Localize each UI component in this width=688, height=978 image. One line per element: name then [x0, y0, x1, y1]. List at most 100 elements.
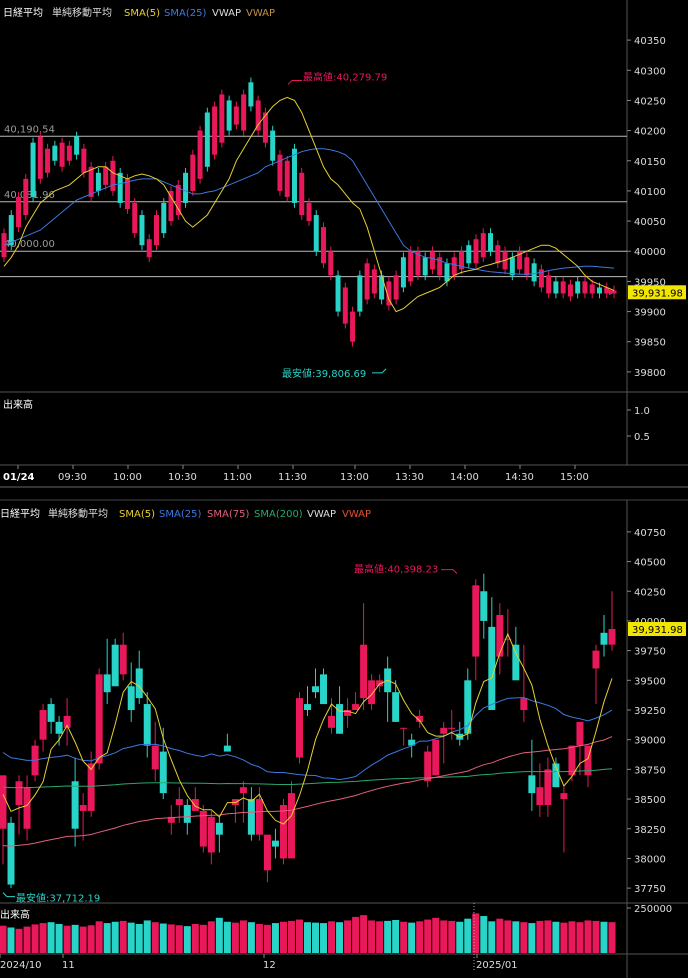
candle-body — [95, 674, 103, 764]
legend-item: VWAP — [246, 8, 275, 19]
candle-body — [392, 692, 400, 722]
candle-body — [393, 275, 399, 300]
candle-body — [480, 591, 488, 621]
volume-bar — [552, 921, 560, 953]
candle-body — [291, 148, 297, 203]
volume-bar — [239, 920, 247, 953]
candle-body — [183, 172, 189, 203]
y-tick-label: 40300 — [634, 66, 666, 77]
candle-body — [103, 674, 111, 693]
candle-body — [132, 202, 138, 234]
daily-panel: 日経平均 単純移動平均 SMA(5) SMA(25) SMA(75) SMA(200) VW… — [0, 499, 688, 978]
volume-bar — [279, 921, 287, 953]
candle-body — [496, 615, 504, 657]
candle-body — [440, 727, 448, 734]
candle-body — [546, 275, 552, 294]
legend-item: SMA(25) — [164, 8, 206, 19]
x-tick-label: 11:00 — [223, 472, 252, 483]
candle-body — [8, 215, 14, 246]
candle-body — [226, 100, 232, 131]
candle-body — [212, 106, 218, 155]
candle-body — [270, 130, 276, 161]
volume-bar — [560, 922, 568, 953]
candle-body — [444, 263, 450, 282]
x-tick-label: 11:30 — [278, 472, 307, 483]
y-tick-label: 40250 — [634, 587, 666, 598]
candle-body — [304, 704, 311, 710]
volume-label: 出来高 — [3, 398, 33, 411]
y-tick-label: 39800 — [634, 368, 666, 379]
candle-body — [139, 215, 145, 246]
candle-body — [81, 148, 87, 173]
candle-body — [168, 190, 174, 222]
candle-body — [553, 281, 559, 294]
candle-body — [74, 136, 80, 155]
candle-body — [45, 148, 51, 173]
volume-bar — [496, 918, 504, 953]
candle-body — [287, 793, 295, 859]
candle-body — [271, 840, 279, 847]
candle-body — [183, 805, 191, 823]
candle-body — [364, 263, 370, 300]
candle-body — [495, 245, 501, 264]
volume-bar — [544, 920, 552, 953]
candle-body — [560, 793, 568, 800]
volume-bar — [55, 923, 63, 953]
candle-body — [16, 196, 22, 228]
volume-bar — [199, 924, 207, 953]
volume-bar — [95, 921, 103, 953]
candle-body — [127, 686, 135, 710]
candle-body — [124, 178, 130, 210]
candle-body — [466, 245, 472, 264]
volume-bar — [328, 921, 336, 953]
candle-body — [23, 787, 31, 829]
volume-bar — [255, 923, 263, 953]
x-tick-label: 12 — [263, 960, 276, 971]
legend-item: VWAP — [307, 509, 336, 520]
volume-tick-label: 0.5 — [634, 432, 650, 443]
candle-body — [0, 775, 7, 829]
candle-body — [87, 763, 95, 811]
candle-body — [151, 745, 159, 770]
candle-body — [255, 100, 261, 131]
candle-body — [360, 644, 368, 699]
volume-bar — [352, 916, 360, 953]
chart-canvas: 日経平均 単純移動平均 SMA(5) SMA(25) VWAP VWAP403504030… — [0, 0, 688, 978]
candle-body — [248, 82, 254, 107]
volume-bar — [384, 920, 392, 953]
x-tick-label: 09:30 — [58, 472, 87, 483]
candle-body — [219, 94, 225, 143]
candle-body — [544, 769, 552, 805]
candle-body — [424, 751, 432, 782]
candle-body — [582, 281, 588, 294]
y-tick-label: 38750 — [634, 765, 666, 776]
candle-body — [451, 257, 457, 276]
candle-body — [117, 172, 123, 203]
candle-body — [576, 721, 584, 746]
low-label: 最安値:37,712.19 — [16, 892, 100, 905]
candle-body — [520, 698, 528, 710]
candle-body — [592, 650, 600, 669]
x-tick-label: 14:00 — [450, 472, 479, 483]
volume-bar — [592, 920, 600, 953]
candle-body — [432, 739, 440, 776]
candle-body — [161, 202, 167, 234]
candle-body — [15, 781, 23, 805]
candle-body — [191, 799, 199, 811]
candle-body — [567, 284, 573, 297]
volume-bar — [440, 920, 448, 953]
volume-bar — [584, 920, 592, 953]
candle-body — [39, 710, 47, 740]
candle-body — [55, 721, 63, 734]
candle-body — [119, 644, 127, 675]
x-tick-label: 11 — [62, 960, 75, 971]
candle-body — [284, 160, 290, 197]
volume-bar — [127, 922, 135, 953]
candle-body — [596, 287, 602, 294]
high-label: 最高値:40,398.23 — [354, 563, 438, 576]
candle-body — [560, 281, 566, 294]
candle-body — [512, 644, 520, 681]
candle-body — [608, 629, 616, 645]
candle-body — [23, 178, 29, 216]
volume-bar — [223, 921, 231, 953]
